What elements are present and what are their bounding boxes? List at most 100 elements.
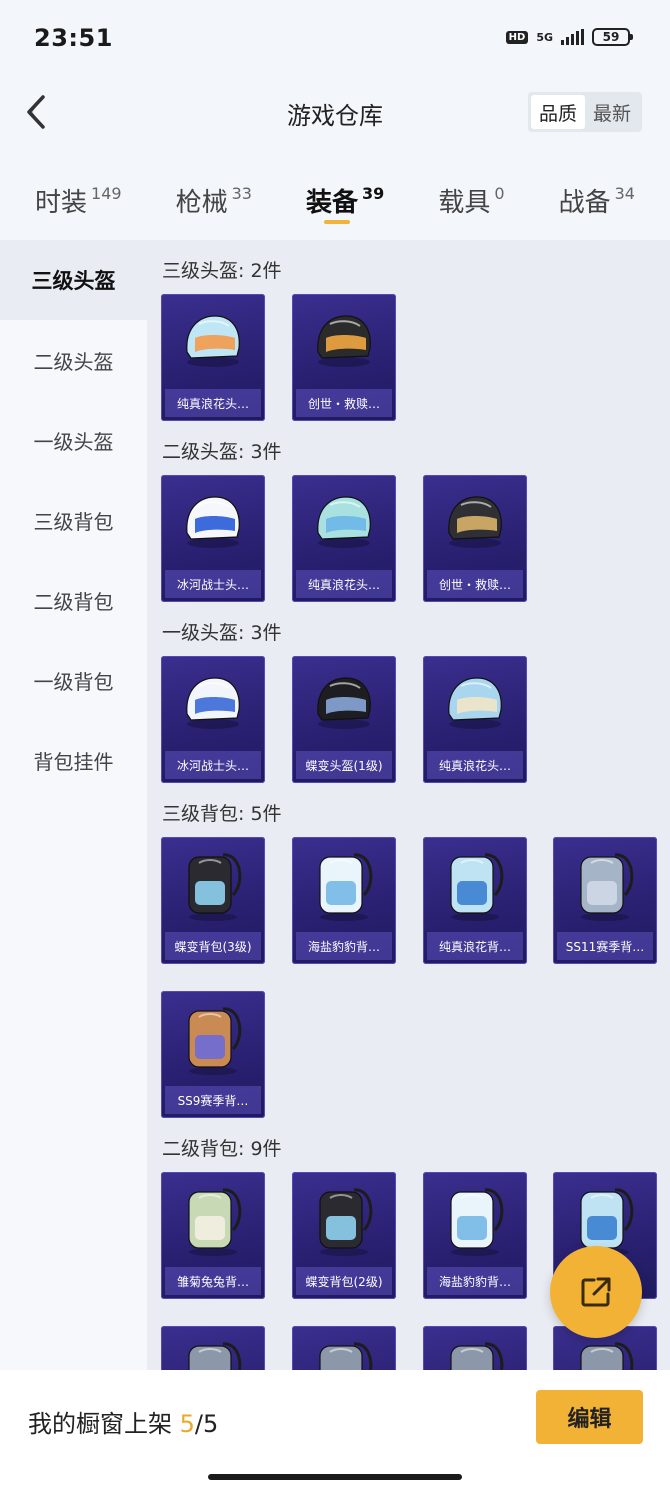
black-helmet-icon (292, 656, 396, 748)
showcase-current-count: 5 (179, 1410, 195, 1438)
battery-icon: 59 (592, 28, 633, 46)
tab-gear[interactable]: 战备 34 (559, 146, 635, 240)
tab-label: 载具 (438, 188, 491, 218)
sidebar-item-level3-helmet[interactable]: 三级头盔 (0, 240, 147, 320)
sort-toggle: 品质 最新 (527, 92, 642, 132)
tab-vehicles[interactable]: 载具 0 (438, 146, 504, 240)
sidebar-item-level1-backpack[interactable]: 一级背包 (0, 640, 147, 720)
tab-label: 装备 (306, 188, 359, 218)
network-type: 5G (536, 30, 553, 44)
item-name: 纯真浪花头… (296, 570, 392, 598)
status-bar: 23:51 HD 5G 59 (0, 0, 670, 80)
item-card[interactable]: 冰河战士头… (161, 656, 265, 783)
backpack-icon (292, 1326, 396, 1370)
tab-label: 战备 (558, 188, 611, 218)
item-card[interactable]: 冰河战士头… (161, 475, 265, 602)
item-card[interactable] (423, 1326, 527, 1370)
tab-count: 33 (231, 184, 252, 203)
tab-count: 34 (614, 184, 635, 203)
bottom-bar: 我的橱窗上架 5/5 编辑 (0, 1370, 670, 1491)
group-title: 三级头盔: 2件 (162, 260, 282, 282)
item-card[interactable]: 纯真浪花头… (161, 294, 265, 421)
battery-level: 59 (602, 30, 620, 44)
sidebar-item-level1-helmet[interactable]: 一级头盔 (0, 400, 147, 480)
ice-cream-helmet-icon (161, 294, 265, 386)
subcategory-sidebar: 三级头盔 二级头盔 一级头盔 三级背包 二级背包 一级背包 背包挂件 (0, 240, 147, 1370)
tab-fashion[interactable]: 时装 149 (35, 146, 122, 240)
item-name: SS11赛季背… (557, 932, 653, 960)
category-tabs: 时装 149 枪械 33 装备 39 载具 0 战备 34 (0, 146, 670, 240)
item-card[interactable]: 创世・救赎… (423, 475, 527, 602)
item-grid: 三级头盔: 2件纯真浪花头… 创世・救赎… 二级头盔: 3件冰河战士头… 纯真浪花头…… (147, 240, 670, 1370)
seal-backpack-icon (423, 1172, 527, 1264)
group-title: 二级背包: 9件 (162, 1138, 282, 1160)
edit-button[interactable]: 编辑 (536, 1390, 643, 1444)
item-name: 蝶变背包(2级) (296, 1267, 392, 1295)
item-name: 蝶变头盔(1级) (296, 751, 392, 779)
showcase-total: /5 (194, 1410, 219, 1438)
home-indicator (208, 1474, 462, 1480)
visor-helmet-icon (292, 294, 396, 386)
item-name: 冰河战士头… (165, 570, 261, 598)
status-time: 23:51 (34, 24, 113, 52)
item-name: 创世・救赎… (427, 570, 523, 598)
item-name: 雏菊兔兔背… (165, 1267, 261, 1295)
item-name: 纯真浪花头… (427, 751, 523, 779)
item-name: 蝶变背包(3级) (165, 932, 261, 960)
item-card[interactable]: SS11赛季背… (553, 837, 657, 964)
bunny-backpack-icon (161, 1172, 265, 1264)
active-tab-indicator (324, 220, 351, 224)
drink-backpack-icon (423, 837, 527, 929)
dark-helmet-icon (423, 475, 527, 567)
item-name: 创世・救赎… (296, 389, 392, 417)
showcase-label: 我的橱窗上架 (28, 1410, 172, 1438)
seal-backpack-icon (292, 837, 396, 929)
grey-backpack-icon (553, 837, 657, 929)
item-card[interactable]: 纯真浪花头… (423, 656, 527, 783)
share-fab[interactable] (550, 1246, 642, 1338)
item-card[interactable] (292, 1326, 396, 1370)
group-title: 二级头盔: 3件 (162, 441, 282, 463)
sort-quality-button[interactable]: 品质 (530, 95, 585, 129)
item-name: 纯真浪花头… (165, 389, 261, 417)
backpack-icon (423, 1326, 527, 1370)
blue-helmet-icon (161, 475, 265, 567)
item-card[interactable]: 蝶变背包(3级) (161, 837, 265, 964)
item-name: 海盐豹豹背… (427, 1267, 523, 1295)
signal-icon (561, 29, 584, 45)
item-card[interactable]: 纯真浪花头… (292, 475, 396, 602)
tab-count: 0 (494, 184, 505, 203)
sidebar-item-level2-backpack[interactable]: 二级背包 (0, 560, 147, 640)
tan-backpack-icon (161, 991, 265, 1083)
showcase-status: 我的橱窗上架 5/5 (28, 1404, 218, 1439)
nav-bar: 游戏仓库 品质 最新 (0, 80, 670, 146)
item-card[interactable] (161, 1326, 265, 1370)
item-name: 冰河战士头… (165, 751, 261, 779)
item-card[interactable]: 海盐豹豹背… (423, 1172, 527, 1299)
backpack-icon (161, 1326, 265, 1370)
sidebar-item-backpack-charm[interactable]: 背包挂件 (0, 720, 147, 800)
sort-latest-button[interactable]: 最新 (585, 95, 639, 129)
group-title: 一级头盔: 3件 (162, 622, 282, 644)
item-card[interactable]: 蝶变头盔(1级) (292, 656, 396, 783)
tab-label: 枪械 (175, 188, 228, 218)
item-card[interactable]: 海盐豹豹背… (292, 837, 396, 964)
group-title: 三级背包: 5件 (162, 803, 282, 825)
item-card[interactable]: 雏菊兔兔背… (161, 1172, 265, 1299)
item-card[interactable]: SS9赛季背… (161, 991, 265, 1118)
item-card[interactable]: 蝶变背包(2级) (292, 1172, 396, 1299)
tab-guns[interactable]: 枪械 33 (176, 146, 252, 240)
item-card[interactable]: 纯真浪花背… (423, 837, 527, 964)
status-icons: HD 5G 59 (505, 28, 633, 46)
tab-label: 时装 (35, 188, 88, 218)
item-card[interactable]: 创世・救赎… (292, 294, 396, 421)
item-name: 海盐豹豹背… (296, 932, 392, 960)
tab-equipment[interactable]: 装备 39 (306, 146, 384, 240)
hd-badge: HD (505, 30, 529, 44)
open-face-helmet-icon (161, 656, 265, 748)
butterfly-backpack-icon (292, 1172, 396, 1264)
sidebar-item-level2-helmet[interactable]: 二级头盔 (0, 320, 147, 400)
tab-count: 149 (91, 184, 122, 203)
sidebar-item-level3-backpack[interactable]: 三级背包 (0, 480, 147, 560)
light-blue-helmet-icon (423, 656, 527, 748)
